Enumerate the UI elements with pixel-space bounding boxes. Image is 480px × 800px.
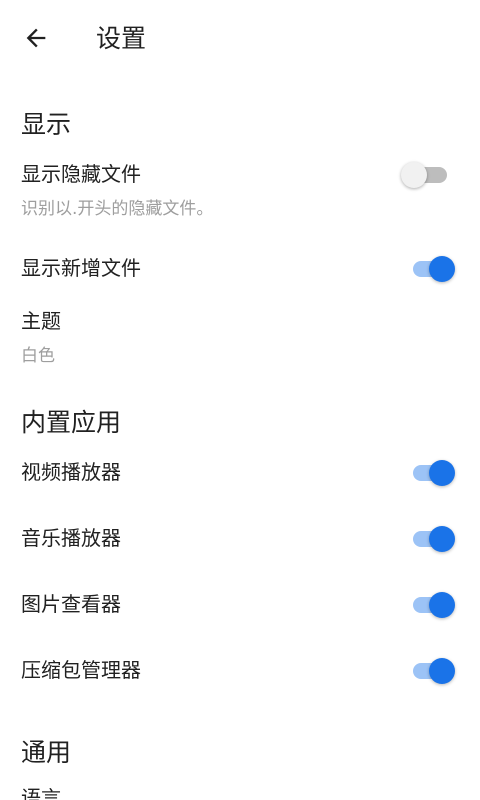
arrow-left-icon xyxy=(26,28,46,48)
setting-music-player[interactable]: 音乐播放器 xyxy=(0,514,480,566)
setting-video-player[interactable]: 视频播放器 xyxy=(0,448,480,500)
section-header-builtin-apps: 内置应用 xyxy=(21,408,122,437)
setting-show-new-files[interactable]: 显示新增文件 xyxy=(0,244,480,296)
page-title: 设置 xyxy=(96,24,147,53)
setting-archive-manager[interactable]: 压缩包管理器 xyxy=(0,646,480,698)
archive-manager-toggle[interactable] xyxy=(412,656,458,686)
back-button[interactable] xyxy=(14,18,58,58)
image-viewer-toggle[interactable] xyxy=(412,590,458,620)
toggle-thumb xyxy=(401,162,427,188)
setting-language[interactable]: 语言 xyxy=(0,778,480,800)
setting-title: 图片查看器 xyxy=(21,592,121,616)
section-header-general: 通用 xyxy=(21,738,72,767)
setting-title: 显示新增文件 xyxy=(21,256,141,280)
setting-show-hidden-files[interactable]: 显示隐藏文件 识别以.开头的隐藏文件。 xyxy=(0,152,480,232)
setting-subtitle: 识别以.开头的隐藏文件。 xyxy=(21,199,214,219)
setting-title: 主题 xyxy=(21,309,61,333)
toggle-thumb xyxy=(429,460,455,486)
video-player-toggle[interactable] xyxy=(412,458,458,488)
toggle-thumb xyxy=(429,592,455,618)
setting-title: 音乐播放器 xyxy=(21,526,121,550)
setting-theme[interactable]: 主题 白色 xyxy=(0,300,480,374)
setting-title: 压缩包管理器 xyxy=(21,658,141,682)
toggle-thumb xyxy=(429,526,455,552)
music-player-toggle[interactable] xyxy=(412,524,458,554)
app-bar: 设置 xyxy=(0,0,480,78)
setting-title: 显示隐藏文件 xyxy=(21,162,141,186)
toggle-thumb xyxy=(429,256,455,282)
setting-image-viewer[interactable]: 图片查看器 xyxy=(0,580,480,632)
setting-title: 语言 xyxy=(21,786,61,800)
theme-value: 白色 xyxy=(21,346,55,366)
show-hidden-toggle[interactable] xyxy=(401,160,458,190)
toggle-thumb xyxy=(429,658,455,684)
section-header-display: 显示 xyxy=(21,110,72,139)
setting-title: 视频播放器 xyxy=(21,460,121,484)
show-new-toggle[interactable] xyxy=(412,254,458,284)
